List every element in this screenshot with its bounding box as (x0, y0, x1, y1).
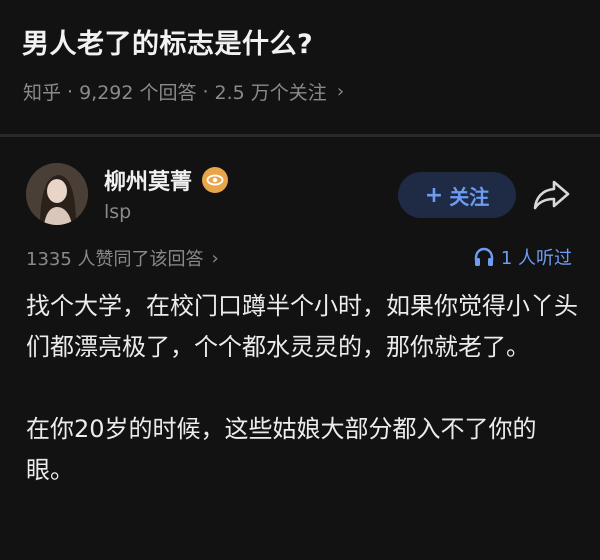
headphones-icon (474, 247, 494, 266)
eye-badge-icon (202, 167, 229, 193)
listen-label: 1 人听过 (500, 248, 572, 269)
plus-icon: + (424, 182, 444, 208)
answer-count: 9,292 个回答 (79, 82, 197, 104)
answer-paragraph: 在你20岁的时候，这些姑娘大部分都入不了你的眼。 (26, 415, 537, 484)
question-meta[interactable]: 知乎 · 9,292 个回答 · 2.5 万个关注 › (23, 78, 344, 105)
author-name-row[interactable]: 柳州莫菁 (104, 164, 229, 196)
chevron-right-icon: › (211, 247, 219, 269)
agree-count: 1335 人赞同了该回答 (26, 249, 204, 270)
agree-count-row[interactable]: 1335 人赞同了该回答 › (26, 245, 219, 271)
meta-separator: · (202, 80, 209, 103)
share-icon[interactable] (532, 176, 572, 212)
listen-count[interactable]: 1 人听过 (473, 244, 572, 270)
avatar[interactable] (26, 163, 88, 225)
follow-count: 2.5 万个关注 (214, 82, 327, 104)
answer-paragraph: 找个大学，在校门口蹲半个小时，如果你觉得小丫头们都漂亮极了，个个都水灵灵的，那你… (26, 292, 578, 361)
author-bio: lsp (104, 201, 132, 223)
section-divider (0, 134, 600, 137)
chevron-right-icon: › (336, 81, 345, 102)
source-label: 知乎 (23, 82, 62, 104)
meta-separator: · (67, 80, 74, 103)
follow-label: 关注 (449, 184, 490, 209)
follow-button[interactable]: + 关注 (398, 172, 516, 218)
answer-content: 找个大学，在校门口蹲半个小时，如果你觉得小丫头们都漂亮极了，个个都水灵灵的，那你… (26, 286, 578, 532)
author-name[interactable]: 柳州莫菁 (104, 164, 192, 196)
question-title[interactable]: 男人老了的标志是什么? (22, 22, 313, 61)
